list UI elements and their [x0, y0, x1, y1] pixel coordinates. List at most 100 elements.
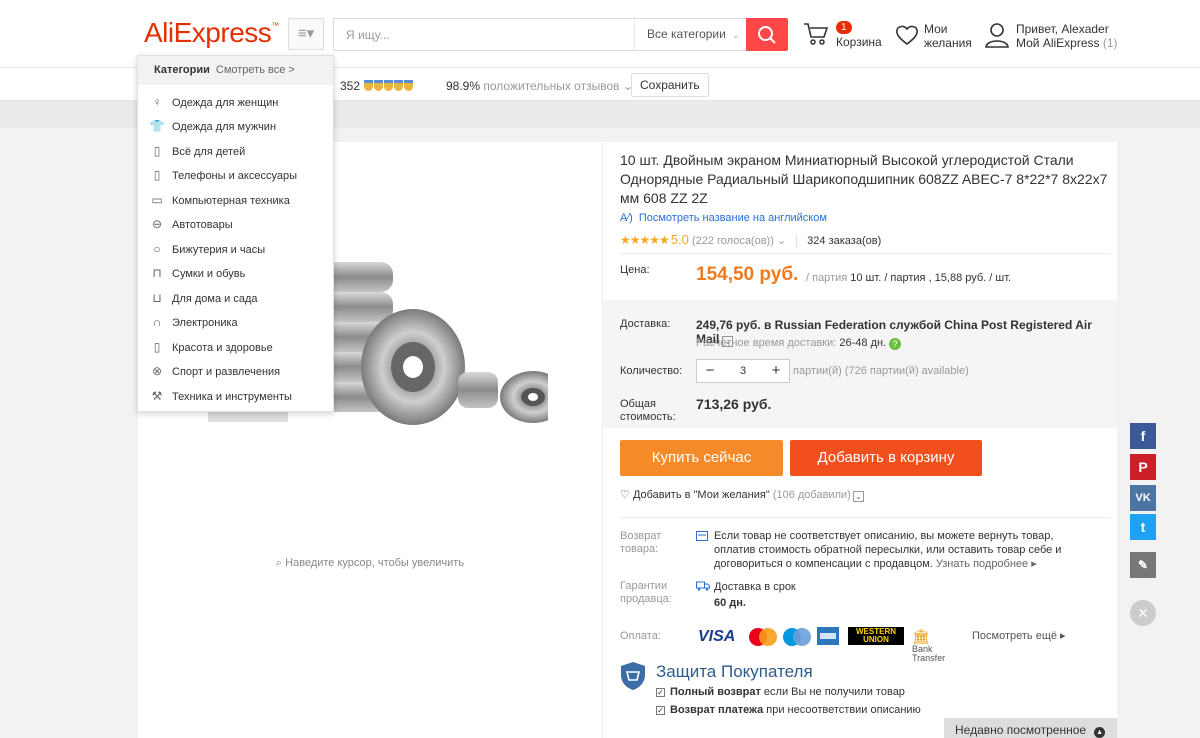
check-icon: ✓ — [656, 688, 665, 697]
category-item-electronics[interactable]: ∩ Электроника — [148, 312, 328, 332]
medal-icon — [364, 80, 374, 91]
ring-icon: ○ — [153, 242, 161, 256]
western-union-icon: WESTERN UNION — [848, 627, 904, 645]
category-item-bags[interactable]: ⊓ Сумки и обувь — [148, 263, 328, 283]
payment-label: Оплата: — [620, 630, 661, 642]
medal-icon — [384, 80, 394, 91]
twitter-share-icon[interactable]: t — [1130, 514, 1156, 540]
rating-summary[interactable]: ★★★★★ 5.0 (222 голоса(ов)) ⌄ 324 заказа(ов… — [620, 232, 882, 247]
quantity-label: Количество: — [620, 365, 683, 377]
headphones-icon: ∩ — [152, 315, 162, 329]
medal-icon — [374, 80, 384, 91]
bag-icon: ⊓ — [152, 266, 162, 280]
lipstick-icon: ▯ — [153, 340, 161, 354]
search-box: Все категории⌄ — [333, 18, 788, 51]
store-feedback[interactable]: 98.9% положительных отзывов ⌄ — [446, 79, 633, 93]
check-icon: ✓ — [656, 706, 665, 715]
store-rating[interactable]: 352 — [340, 79, 414, 93]
category-menu-toggle[interactable]: ≡▾ — [288, 18, 324, 50]
chevron-down-icon: ⌄ — [776, 235, 787, 247]
facebook-share-icon[interactable]: f — [1130, 423, 1156, 449]
heart-plus-icon: ♡ — [620, 489, 630, 501]
translate-icon: A⁄) — [620, 212, 633, 224]
increase-button[interactable]: + — [763, 360, 789, 382]
category-item-kids[interactable]: ▯ Всё для детей — [148, 141, 328, 161]
star-rating-icon: ★★★★★ — [620, 233, 670, 247]
wishlist-link[interactable]: Мои желания — [924, 22, 972, 50]
close-icon[interactable]: ✕ — [1130, 600, 1156, 626]
return-policy: Если товар не соответствует описанию, вы… — [714, 530, 1062, 570]
category-item-auto[interactable]: ⊖ Автотовары — [148, 214, 328, 234]
vk-share-icon[interactable]: VK — [1130, 485, 1156, 511]
category-item-home[interactable]: ⊔ Для дома и сада — [148, 288, 328, 308]
delivery-time: Расчётное время доставки: 26-48 дн.? — [696, 337, 902, 350]
category-header: Категории Смотреть все > — [138, 56, 333, 85]
category-item-phones[interactable]: ▯ Телефоны и аксессуары — [148, 165, 328, 185]
category-item-jewelry[interactable]: ○ Бижутерия и часы — [148, 239, 328, 259]
add-to-cart-button[interactable]: Добавить в корзину — [790, 440, 982, 476]
mastercard-icon — [749, 628, 777, 646]
protection-payment-refund: ✓ Возврат платежа при несоответствии опис… — [656, 704, 921, 716]
bank-transfer-icon: 🏛 Bank Transfer — [912, 628, 946, 663]
category-dropdown: Категории Смотреть все > ♀ Одежда для женщ… — [137, 55, 334, 412]
price-value: 154,50 руб. — [696, 264, 799, 285]
category-item-tools[interactable]: ⚒ Техника и инструменты — [148, 386, 328, 406]
amex-icon — [817, 627, 839, 645]
category-item-computers[interactable]: ▭ Компьютерная техника — [148, 190, 328, 210]
buyer-protection-title: Защита Покупателя — [656, 662, 813, 681]
heart-icon[interactable] — [895, 24, 919, 46]
category-item-men[interactable]: 👕 Одежда для мужчин — [148, 116, 328, 136]
truck-icon — [696, 581, 710, 591]
seller-guarantee: Доставка в срок 60 дн. — [714, 581, 796, 609]
maestro-icon — [783, 628, 811, 646]
car-icon: ⊖ — [151, 217, 163, 231]
decrease-button[interactable]: − — [697, 360, 723, 382]
price-label: Цена: — [620, 264, 650, 276]
sofa-icon: ⊔ — [152, 291, 162, 305]
return-label: Возврат товара: — [620, 530, 662, 555]
user-icon[interactable] — [985, 22, 1009, 48]
pinterest-share-icon[interactable]: P — [1130, 454, 1156, 480]
category-item-women[interactable]: ♀ Одежда для женщин — [148, 92, 328, 112]
save-store-button[interactable]: Сохранить — [631, 73, 709, 97]
more-payments-link[interactable]: Посмотреть ещё ▸ — [972, 629, 1066, 642]
chevron-up-icon: ▲ — [1094, 727, 1106, 738]
tool-icon: ⚒ — [151, 389, 163, 403]
see-all-categories-link[interactable]: Смотреть все > — [216, 64, 295, 76]
product-info: 10 шт. Двойным экраном Миниатюрный Высок… — [602, 142, 1117, 738]
category-item-sports[interactable]: ⊗ Спорт и развлечения — [148, 361, 328, 381]
cart-count-badge: 1 — [836, 21, 852, 34]
english-title-link[interactable]: A⁄) Посмотреть название на английском — [620, 212, 827, 224]
cart-icon[interactable] — [803, 21, 829, 47]
cart-link[interactable]: Корзина — [836, 35, 882, 49]
quantity-stepper: − 3 + — [696, 359, 790, 383]
price-unit: / партия 10 шт. / партия , 15,88 руб. / … — [806, 272, 1012, 284]
protection-full-refund: ✓ Полный возврат если Вы не получили това… — [656, 686, 905, 698]
chevron-down-icon: ⌄ — [731, 30, 740, 40]
dress-icon: ♀ — [152, 95, 162, 109]
quantity-input[interactable]: 3 — [723, 360, 763, 382]
category-item-beauty[interactable]: ▯ Красота и здоровье — [148, 337, 328, 357]
total-label: Общая стоимость: — [620, 398, 676, 423]
medal-icon — [394, 80, 404, 91]
search-icon: ⌕ — [275, 557, 283, 569]
guarantee-label: Гарантии продавца: — [620, 580, 672, 605]
help-icon[interactable]: ? — [889, 338, 902, 350]
card-icon — [696, 531, 708, 541]
laptop-icon: ▭ — [151, 193, 163, 207]
chevron-down-icon: ⌄ — [852, 491, 864, 502]
add-to-wishlist[interactable]: ♡ Добавить в "Мои желания" (106 добавили… — [620, 488, 864, 502]
aliexpress-logo[interactable]: AliExpress™ — [144, 17, 279, 49]
search-icon — [758, 26, 776, 44]
search-category-select[interactable]: Все категории ⌄ — [634, 19, 746, 50]
learn-more-link[interactable]: Узнать подробнее ▸ — [936, 558, 1037, 570]
bottle-icon: ▯ — [153, 144, 161, 158]
shipping-label: Доставка: — [620, 318, 671, 330]
buy-now-button[interactable]: Купить сейчас — [620, 440, 783, 476]
search-input[interactable] — [334, 19, 634, 50]
search-button[interactable] — [746, 18, 788, 51]
account-link[interactable]: Привет, Alexader Мой AliExpress (1) — [1016, 22, 1118, 50]
recently-viewed-bar[interactable]: Недавно посмотренное ▲ — [944, 718, 1117, 738]
edit-icon[interactable]: ✎ — [1130, 552, 1156, 578]
shirt-icon: 👕 — [149, 119, 165, 133]
